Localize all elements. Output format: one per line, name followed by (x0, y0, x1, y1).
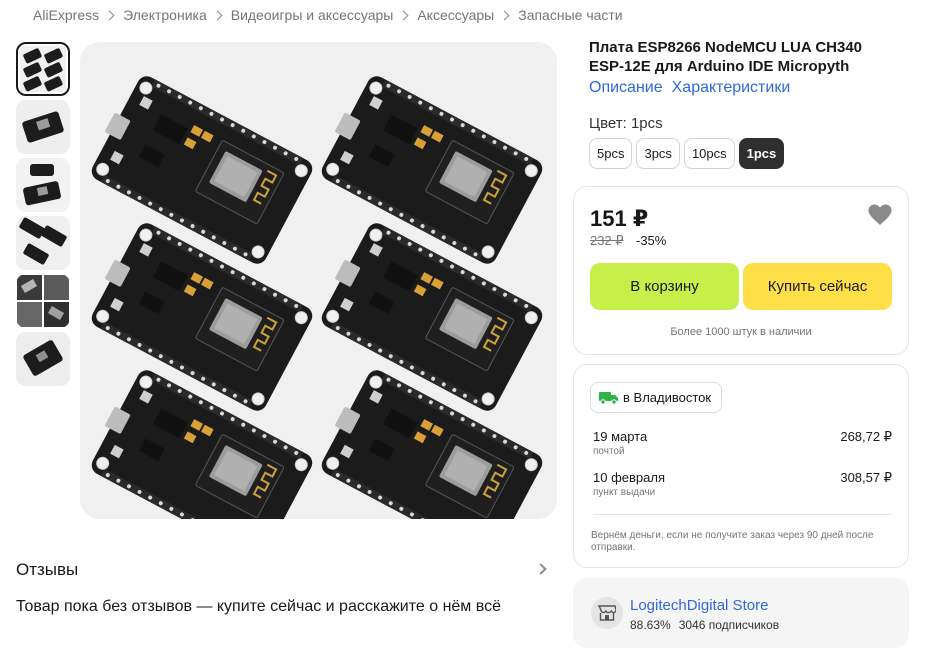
breadcrumb-electronics[interactable]: Электроника (123, 7, 207, 23)
thumb-board-dark-image (16, 332, 70, 386)
thumb-board-usb-image (16, 158, 70, 212)
reviews-empty-text: Товар пока без отзывов — купите сейчас и… (16, 598, 501, 615)
thumb-boards-angle-image (16, 216, 70, 270)
breadcrumb-accessories[interactable]: Аксессуары (417, 7, 494, 23)
store-subscribers: 3046 подписчиков (678, 618, 780, 632)
thumbnail-list (16, 42, 72, 390)
thumbnail-1[interactable] (16, 42, 70, 96)
price-card: 151 ₽ 232 ₽ -35% В корзину Купить сейчас… (573, 186, 909, 355)
main-product-image[interactable] (80, 42, 557, 519)
description-link[interactable]: Описание (589, 79, 663, 97)
thumbnail-4[interactable] (16, 216, 70, 270)
specs-link[interactable]: Характеристики (672, 79, 791, 97)
option-5pcs[interactable]: 5pcs (589, 138, 633, 169)
add-to-cart-button[interactable]: В корзину (590, 263, 739, 310)
delivery-price: 308,57 ₽ (840, 470, 892, 485)
truck-icon (599, 391, 618, 405)
buy-now-button[interactable]: Купить сейчас (743, 263, 892, 310)
delivery-city-selector[interactable]: в Владивосток (590, 382, 723, 413)
stock-text: Более 1000 штук в наличии (670, 326, 812, 338)
variant-options: 5pcs 3pcs 10pcs 1pcs (589, 138, 785, 169)
refund-note: Вернём деньги, если не получите заказ че… (591, 530, 874, 553)
delivery-date: 19 марта (593, 429, 648, 444)
old-price: 232 ₽ (590, 233, 624, 248)
breadcrumb-spare-parts[interactable]: Запасные части (518, 7, 622, 23)
chevron-right-icon (398, 10, 409, 20)
chevron-right-icon (104, 10, 115, 20)
thumb-collage-image (16, 274, 70, 328)
delivery-city: в Владивосток (623, 390, 712, 405)
heart-icon[interactable] (868, 204, 892, 231)
option-3pcs[interactable]: 3pcs (636, 138, 680, 169)
option-1pcs[interactable]: 1pcs (738, 138, 785, 169)
delivery-method: пункт выдачи (593, 487, 656, 498)
color-label: Цвет: 1pcs (589, 115, 663, 132)
chevron-right-icon (212, 10, 223, 20)
thumb-board-top-image (16, 100, 70, 154)
chevron-right-icon[interactable] (535, 563, 547, 575)
delivery-date: 10 февраля (593, 470, 665, 485)
thumb-6-boards-image (20, 46, 66, 92)
store-icon (591, 597, 623, 629)
esp8266-boards-image (80, 42, 557, 519)
product-title: Плата ESP8266 NodeMCU LUA CH340 ESP-12E … (589, 39, 863, 75)
current-price: 151 ₽ (590, 206, 649, 231)
discount-badge: -35% (636, 233, 667, 248)
delivery-card: в Владивосток 19 марта 268,72 ₽ почтой 1… (573, 364, 909, 568)
thumbnail-2[interactable] (16, 100, 70, 154)
store-rating: 88.63% (630, 618, 671, 632)
breadcrumb-videogames[interactable]: Видеоигры и аксессуары (231, 7, 394, 23)
divider (593, 514, 892, 515)
breadcrumb-aliexpress[interactable]: AliExpress (33, 7, 99, 23)
store-card[interactable]: LogitechDigital Store 88.63% 3046 подпис… (573, 578, 909, 648)
store-name-link[interactable]: LogitechDigital Store (630, 597, 768, 614)
reviews-title: Отзывы (16, 560, 79, 579)
chevron-right-icon (499, 10, 510, 20)
thumbnail-6[interactable] (16, 332, 70, 386)
store-stats: 88.63% 3046 подписчиков (630, 618, 779, 632)
thumbnail-3[interactable] (16, 158, 70, 212)
delivery-method: почтой (593, 446, 625, 457)
option-10pcs[interactable]: 10pcs (683, 138, 735, 169)
product-links: Описание Характеристики (589, 79, 790, 97)
breadcrumb: AliExpress Электроника Видеоигры и аксес… (33, 6, 623, 24)
thumbnail-5[interactable] (16, 274, 70, 328)
delivery-price: 268,72 ₽ (840, 429, 892, 444)
